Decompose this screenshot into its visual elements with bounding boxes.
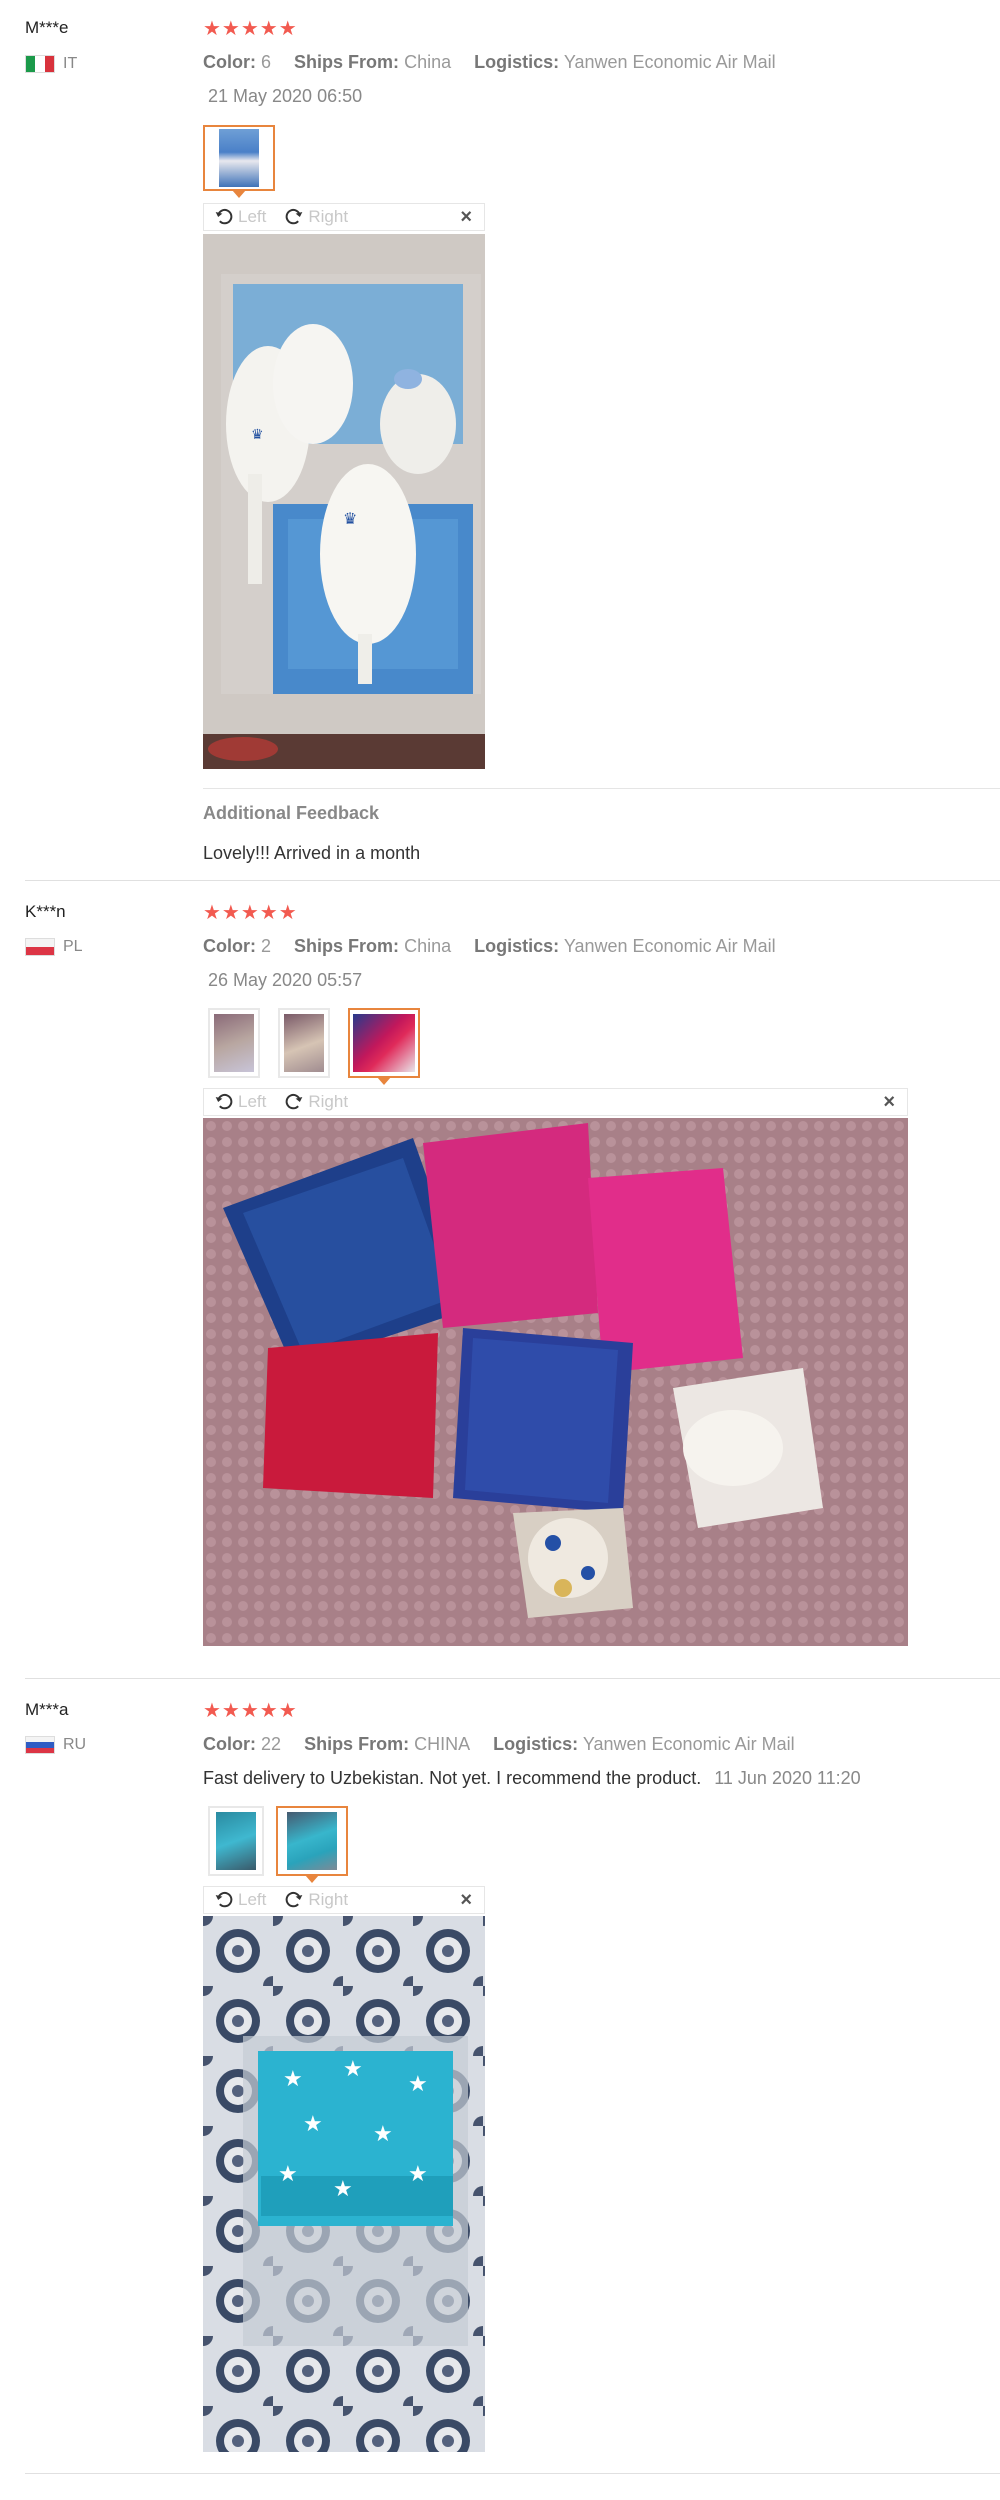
russia-flag-icon: [25, 1736, 55, 1754]
close-viewer-button[interactable]: ×: [460, 1889, 472, 1912]
reviewer-country: RU: [25, 1736, 86, 1754]
rotate-left-button[interactable]: Left: [214, 1890, 266, 1910]
rotate-right-icon: [286, 1892, 303, 1908]
review-date: 26 May 2020 05:57: [208, 970, 363, 990]
order-info: Color: 22 Ships From: CHINA Logistics: Y…: [203, 1734, 795, 1755]
country-code: RU: [63, 1736, 87, 1753]
svg-text:♛: ♛: [251, 427, 264, 443]
star-rating: ★★★★★: [203, 18, 298, 40]
divider: [203, 788, 1000, 789]
photo-thumbnail[interactable]: [276, 1806, 348, 1883]
additional-feedback-label: Additional Feedback: [203, 803, 380, 823]
poland-flag-icon: [25, 938, 55, 956]
review-date: 11 Jun 2020 11:20: [714, 1768, 861, 1788]
logistics-value: Yanwen Economic Air Mail: [563, 52, 776, 72]
reviewer-name: M***a: [25, 1700, 69, 1719]
photo-thumbnails: [208, 1806, 348, 1883]
logistics-label: Logistics:: [474, 52, 560, 72]
foil-balloons-photo: [203, 1118, 908, 1646]
reviewer-country: IT: [25, 55, 77, 73]
additional-feedback-text: Lovely!!! Arrived in a month: [203, 843, 421, 863]
color-value: 2: [261, 936, 272, 956]
review-text: Fast delivery to Uzbekistan. Not yet. I …: [203, 1768, 861, 1788]
rotate-right-button[interactable]: Right: [284, 207, 348, 227]
photo-thumbnails: [203, 125, 275, 198]
logistics-value: Yanwen Economic Air Mail: [563, 936, 776, 956]
svg-text:★: ★: [408, 2162, 428, 2187]
svg-text:★: ★: [333, 2177, 353, 2202]
review-date: 21 May 2020 06:50: [208, 86, 363, 106]
logistics-label: Logistics:: [493, 1734, 579, 1754]
svg-text:★: ★: [283, 2067, 303, 2092]
photo-thumbnail[interactable]: [278, 1008, 330, 1078]
order-info: Color: 2 Ships From: China Logistics: Ya…: [203, 936, 776, 957]
rotate-left-icon: [215, 1892, 233, 1908]
photo-thumbnail[interactable]: [348, 1008, 420, 1085]
photo-thumbnail[interactable]: [208, 1806, 264, 1876]
color-label: Color:: [203, 52, 256, 72]
svg-text:♛: ♛: [343, 509, 357, 528]
close-viewer-button[interactable]: ×: [883, 1091, 895, 1114]
svg-text:★: ★: [343, 2057, 363, 2082]
svg-text:★: ★: [373, 2122, 393, 2147]
reviewer-name: M***e: [25, 18, 69, 37]
rotate-right-icon: [286, 209, 303, 225]
rotate-left-icon: [215, 209, 233, 225]
rotate-right-button[interactable]: Right: [284, 1890, 348, 1910]
svg-text:★: ★: [408, 2072, 428, 2097]
rotate-left-button[interactable]: Left: [214, 207, 266, 227]
ships-from-value: CHINA: [414, 1734, 471, 1754]
ships-from-label: Ships From:: [294, 936, 400, 956]
logistics-value: Yanwen Economic Air Mail: [582, 1734, 795, 1754]
review-photo: ♛ ♛: [203, 234, 485, 769]
reviewer-name: K***n: [25, 902, 66, 921]
color-label: Color:: [203, 1734, 256, 1754]
order-info: Color: 6 Ships From: China Logistics: Ya…: [203, 52, 776, 73]
photo-thumbnail[interactable]: [208, 1008, 260, 1078]
color-value: 6: [261, 52, 272, 72]
svg-text:★: ★: [303, 2112, 323, 2137]
photo-thumbnail[interactable]: [203, 125, 275, 198]
star-rating: ★★★★★: [203, 1700, 298, 1722]
image-viewer-toolbar: Left Right ×: [203, 1886, 485, 1914]
image-viewer-toolbar: Left Right ×: [203, 203, 485, 231]
rotate-left-icon: [215, 1094, 233, 1110]
country-code: PL: [63, 938, 83, 955]
review-photo: [203, 1118, 908, 1646]
rotate-right-button[interactable]: Right: [284, 1092, 348, 1112]
rotate-left-button[interactable]: Left: [214, 1092, 266, 1112]
rotate-right-icon: [286, 1094, 303, 1110]
image-viewer-toolbar: Left Right ×: [203, 1088, 908, 1116]
ships-from-value: China: [404, 52, 452, 72]
color-label: Color:: [203, 936, 256, 956]
photo-thumbnails: [208, 1008, 420, 1085]
italy-flag-icon: [25, 55, 55, 73]
review-separator: [25, 880, 1000, 881]
ships-from-value: China: [404, 936, 452, 956]
star-foil-photo: ★ ★★ ★ ★★ ★★: [203, 1916, 485, 2452]
review-separator: [25, 1678, 1000, 1679]
balloons-photo: ♛ ♛: [203, 234, 485, 769]
color-value: 22: [261, 1734, 282, 1754]
logistics-label: Logistics:: [474, 936, 560, 956]
ships-from-label: Ships From:: [304, 1734, 410, 1754]
close-viewer-button[interactable]: ×: [460, 206, 472, 229]
ships-from-label: Ships From:: [294, 52, 400, 72]
review-separator: [25, 2473, 1000, 2474]
reviewer-country: PL: [25, 938, 83, 956]
star-rating: ★★★★★: [203, 902, 298, 924]
review-photo: ★ ★ ★ ★ ★ ★ ★ ★: [203, 1916, 485, 2452]
country-code: IT: [63, 55, 78, 72]
svg-text:★: ★: [278, 2162, 298, 2187]
